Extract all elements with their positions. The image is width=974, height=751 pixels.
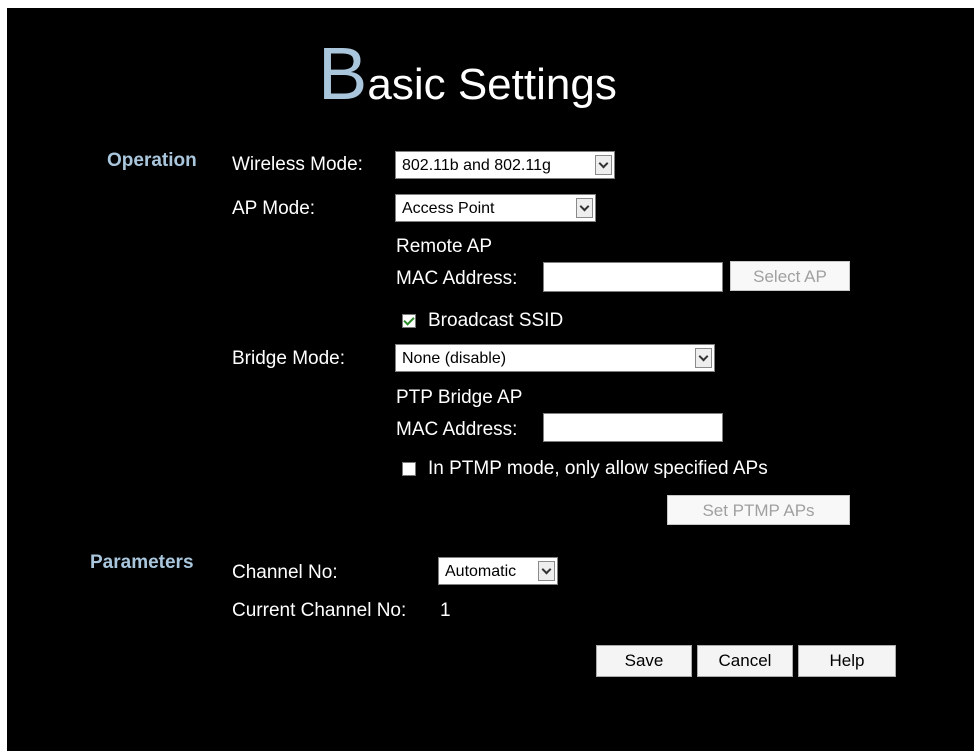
ap-mode-label: AP Mode:: [232, 198, 316, 219]
page-title-rest: asic Settings: [367, 60, 617, 109]
ap-mode-value: Access Point: [402, 200, 495, 217]
select-ap-button[interactable]: Select AP: [730, 261, 850, 291]
help-button-label: Help: [829, 651, 865, 670]
parameters-section-label: Parameters: [90, 552, 194, 573]
channel-no-label: Channel No:: [232, 562, 338, 583]
settings-panel: [7, 8, 974, 751]
help-button[interactable]: Help: [798, 645, 896, 677]
ptp-bridge-mac-label: MAC Address:: [396, 419, 518, 440]
ap-mode-select[interactable]: Access Point: [395, 194, 596, 222]
wireless-mode-dropdown-arrow[interactable]: [595, 155, 612, 175]
cancel-button[interactable]: Cancel: [697, 645, 793, 677]
bridge-mode-select[interactable]: None (disable): [395, 344, 715, 372]
bridge-mode-dropdown-arrow[interactable]: [695, 348, 712, 368]
current-channel-value: 1: [440, 600, 451, 621]
chevron-down-icon: [579, 201, 590, 212]
save-button[interactable]: Save: [596, 645, 692, 677]
page-title: Basic Settings: [318, 37, 617, 111]
operation-section-label: Operation: [107, 150, 197, 171]
checkmark-icon: [403, 314, 415, 326]
page-title-initial: B: [318, 32, 368, 115]
channel-no-select[interactable]: Automatic: [438, 557, 558, 585]
remote-ap-label: Remote AP: [396, 236, 493, 257]
ptp-bridge-mac-input[interactable]: [543, 413, 723, 442]
cancel-button-label: Cancel: [718, 651, 772, 670]
remote-ap-mac-input[interactable]: [543, 262, 723, 292]
current-channel-label: Current Channel No:: [232, 600, 407, 621]
wireless-mode-value: 802.11b and 802.11g: [402, 157, 551, 174]
chevron-down-icon: [598, 158, 609, 169]
ptp-bridge-ap-label: PTP Bridge AP: [396, 387, 523, 408]
bridge-mode-label: Bridge Mode:: [232, 348, 346, 369]
save-button-label: Save: [624, 651, 664, 670]
wireless-mode-select[interactable]: 802.11b and 802.11g: [395, 151, 615, 179]
set-ptmp-aps-button-label: Set PTMP APs: [702, 501, 815, 520]
remote-ap-mac-label: MAC Address:: [396, 268, 518, 289]
wireless-mode-label: Wireless Mode:: [232, 154, 363, 175]
bridge-mode-value: None (disable): [402, 350, 507, 367]
set-ptmp-aps-button[interactable]: Set PTMP APs: [667, 495, 850, 525]
broadcast-ssid-label: Broadcast SSID: [428, 310, 564, 331]
ap-mode-dropdown-arrow[interactable]: [576, 198, 593, 218]
select-ap-button-label: Select AP: [753, 267, 827, 286]
channel-no-dropdown-arrow[interactable]: [538, 561, 555, 581]
broadcast-ssid-checkbox[interactable]: [402, 314, 416, 328]
chevron-down-icon: [698, 351, 709, 362]
channel-no-value: Automatic: [445, 563, 517, 580]
chevron-down-icon: [541, 564, 552, 575]
ptmp-only-checkbox[interactable]: [402, 462, 416, 476]
ptmp-only-label: In PTMP mode, only allow specified APs: [428, 458, 768, 479]
